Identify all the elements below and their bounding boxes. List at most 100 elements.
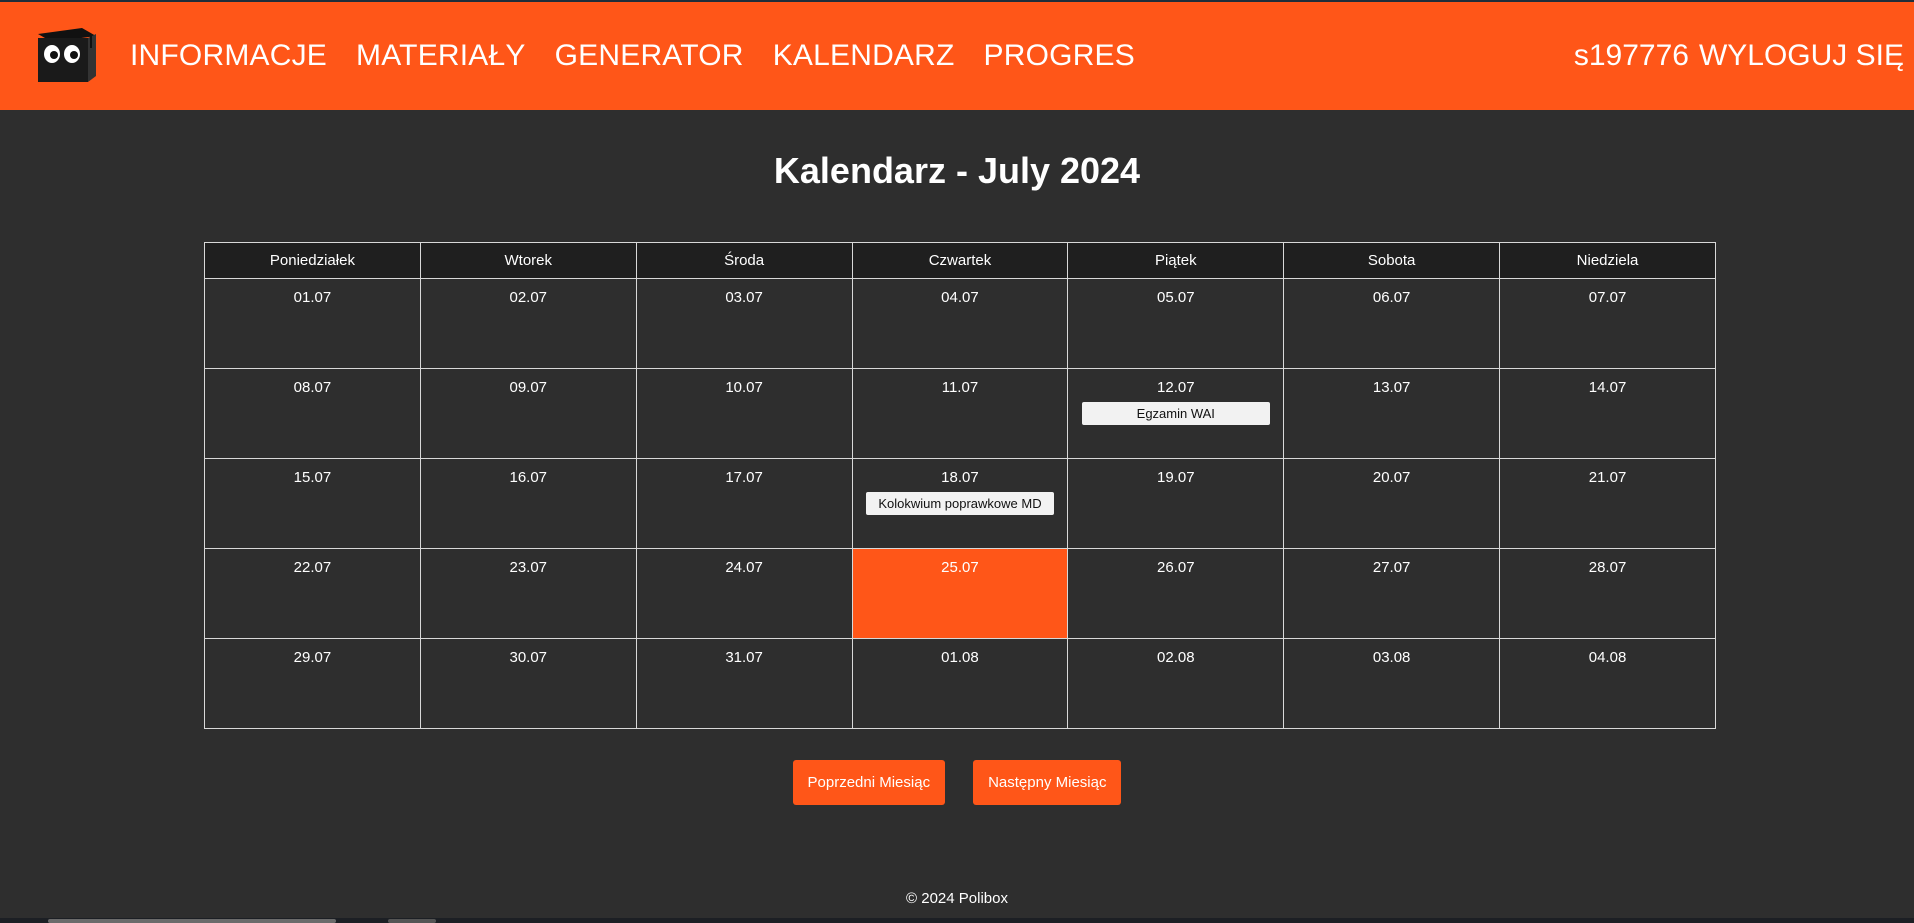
day-date: 26.07 [1157,559,1195,576]
weekday-header: Piątek [1067,242,1285,279]
calendar-day-cell[interactable]: 03.08 [1283,638,1501,729]
day-date: 13.07 [1372,379,1411,396]
calendar-table: Poniedziałek Wtorek Środa Czwartek Piąte… [204,242,1716,729]
horizontal-scrollbar[interactable] [0,918,1914,923]
nav-informacje[interactable]: INFORMACJE [130,39,327,73]
calendar-day-cell[interactable]: 09.07 [419,368,637,459]
weekday-header-row: Poniedziałek Wtorek Środa Czwartek Piąte… [204,242,1716,279]
nav-materialy[interactable]: MATERIAŁY [356,39,526,73]
day-date: 06.07 [1372,289,1411,306]
event-kolokwium-md[interactable]: Kolokwium poprawkowe MD [865,492,1054,515]
month-navigation: Poprzedni Miesiąc Następny Miesiąc [0,760,1914,805]
day-date: 19.07 [1157,469,1195,486]
calendar-week-row: 01.07 02.07 03.07 04.07 05.07 06.07 07.0… [204,278,1716,369]
calendar-day-cell[interactable]: 21.07 [1499,458,1716,549]
day-date: 15.07 [293,469,332,486]
page-title: Kalendarz - July 2024 [773,150,1141,191]
calendar-day-cell[interactable]: 20.07 [1283,458,1501,549]
weekday-header: Niedziela [1499,242,1716,279]
calendar-day-cell[interactable]: 04.08 [1499,638,1716,729]
calendar-day-cell[interactable]: 08.07 [204,368,421,459]
day-date: 01.07 [293,289,332,306]
calendar-day-cell[interactable]: 18.07 Kolokwium poprawkowe MD [851,458,1069,549]
polibox-logo-icon[interactable] [30,24,102,86]
calendar-day-cell[interactable]: 05.07 [1067,278,1285,369]
day-date: 21.07 [1588,469,1627,486]
calendar-day-cell[interactable]: 19.07 [1067,458,1285,549]
day-date: 14.07 [1588,379,1627,396]
calendar-week-row: 22.07 23.07 24.07 25.07 26.07 27.07 28.0… [204,548,1716,639]
day-date: 31.07 [725,649,763,666]
day-date: 18.07 [941,469,979,486]
day-date: 17.07 [725,469,763,486]
calendar-day-cell[interactable]: 04.07 [851,278,1069,369]
day-date: 25.07 [941,559,979,576]
calendar-day-cell[interactable]: 02.08 [1067,638,1285,729]
calendar-day-cell[interactable]: 13.07 [1283,368,1501,459]
calendar-day-cell[interactable]: 17.07 [635,458,853,549]
scrollbar-thumb[interactable] [48,919,336,923]
calendar-day-cell[interactable]: 28.07 [1499,548,1716,639]
calendar-day-cell[interactable]: 26.07 [1067,548,1285,639]
weekday-header: Poniedziałek [204,242,421,279]
day-date: 11.07 [941,379,979,396]
calendar-day-cell[interactable]: 30.07 [419,638,637,729]
weekday-header: Środa [635,242,853,279]
calendar-day-cell[interactable]: 07.07 [1499,278,1716,369]
calendar-day-cell[interactable]: 27.07 [1283,548,1501,639]
calendar-day-cell[interactable]: 23.07 [419,548,637,639]
day-date: 27.07 [1372,559,1411,576]
calendar-day-cell[interactable]: 22.07 [204,548,421,639]
day-date: 12.07 [1157,379,1195,396]
previous-month-button[interactable]: Poprzedni Miesiąc [792,760,946,805]
top-navbar: INFORMACJE MATERIAŁY GENERATOR KALENDARZ… [0,0,1914,110]
day-date: 24.07 [725,559,763,576]
user-area: s197776 WYLOGUJ SIĘ [1574,2,1904,110]
day-date: 02.08 [1157,649,1195,666]
calendar-day-cell[interactable]: 12.07 Egzamin WAI [1067,368,1285,459]
calendar-day-cell[interactable]: 29.07 [204,638,421,729]
calendar-day-cell[interactable]: 11.07 [851,368,1069,459]
day-date: 29.07 [293,649,332,666]
day-date: 30.07 [509,649,548,666]
calendar-day-cell[interactable]: 14.07 [1499,368,1716,459]
calendar-day-cell[interactable]: 01.08 [851,638,1069,729]
logout-link[interactable]: WYLOGUJ SIĘ [1699,39,1904,73]
main-nav: INFORMACJE MATERIAŁY GENERATOR KALENDARZ… [130,2,1135,110]
day-date: 03.08 [1372,649,1411,666]
day-date: 20.07 [1372,469,1411,486]
day-date: 28.07 [1588,559,1627,576]
nav-progres[interactable]: PROGRES [984,39,1135,73]
day-date: 22.07 [293,559,332,576]
day-date: 10.07 [725,379,763,396]
calendar-week-row: 29.07 30.07 31.07 01.08 02.08 03.08 04.0… [204,638,1716,729]
calendar-day-cell[interactable]: 03.07 [635,278,853,369]
nav-kalendarz[interactable]: KALENDARZ [773,39,955,73]
day-date: 01.08 [941,649,979,666]
calendar-day-cell[interactable]: 24.07 [635,548,853,639]
username-link[interactable]: s197776 [1574,39,1689,73]
day-date: 02.07 [509,289,548,306]
calendar-day-cell[interactable]: 31.07 [635,638,853,729]
calendar-day-cell-today[interactable]: 25.07 [851,548,1069,639]
day-date: 04.08 [1588,649,1627,666]
event-egzamin-wai[interactable]: Egzamin WAI [1081,402,1270,425]
day-date: 05.07 [1157,289,1195,306]
calendar-day-cell[interactable]: 06.07 [1283,278,1501,369]
weekday-header: Sobota [1283,242,1501,279]
nav-generator[interactable]: GENERATOR [555,39,744,73]
next-month-button[interactable]: Następny Miesiąc [973,760,1122,805]
calendar-day-cell[interactable]: 02.07 [419,278,637,369]
day-date: 23.07 [509,559,548,576]
calendar-day-cell[interactable]: 15.07 [204,458,421,549]
calendar-day-cell[interactable]: 01.07 [204,278,421,369]
calendar-day-cell[interactable]: 10.07 [635,368,853,459]
day-date: 03.07 [725,289,763,306]
scrollbar-segment [388,919,436,923]
day-date: 09.07 [509,379,548,396]
calendar-day-cell[interactable]: 16.07 [419,458,637,549]
day-date: 07.07 [1588,289,1627,306]
day-date: 04.07 [941,289,979,306]
calendar-week-row: 08.07 09.07 10.07 11.07 12.07 Egzamin WA… [204,368,1716,459]
day-date: 16.07 [509,469,548,486]
